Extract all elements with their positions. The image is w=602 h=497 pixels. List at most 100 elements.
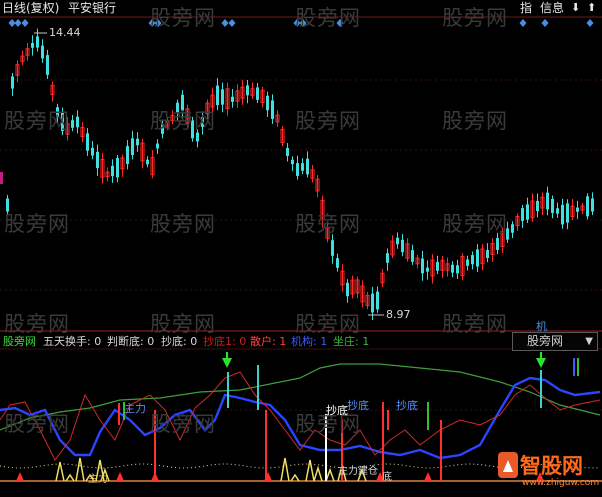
watermark: 股旁网 (150, 212, 216, 236)
signal-diamond-icon (14, 19, 22, 27)
candle-body (476, 249, 479, 267)
annotation-zhuli: 主力 (124, 402, 146, 415)
candle-body (436, 261, 439, 271)
candle-body (86, 133, 89, 151)
stock-name: 平安银行 (68, 1, 117, 15)
signal-diamond-icon (541, 19, 549, 27)
candlesticks (6, 28, 594, 321)
candle-body (546, 192, 549, 210)
annotation-chaodi: 抄底 (326, 404, 348, 417)
candle-body (36, 36, 39, 48)
candle-body (336, 258, 339, 268)
candle-body (76, 116, 79, 128)
candle-body (421, 258, 424, 274)
legend-item: 判断底: 0 (107, 335, 155, 348)
logo-text: 智股网 (520, 454, 583, 478)
candle-body (246, 85, 249, 96)
candle-body (401, 239, 404, 253)
spike (65, 473, 75, 482)
signal-diamond-icon (221, 19, 229, 27)
candle-body (521, 208, 524, 221)
watermark: 股旁网 (4, 109, 70, 133)
candle-body (291, 159, 294, 165)
candle-body (31, 42, 34, 48)
candle-body (331, 240, 334, 256)
indicator-selector[interactable]: 股旁网 ▼ (512, 332, 598, 351)
candle-body (396, 237, 399, 245)
candle-body (131, 138, 134, 156)
candle-body (591, 198, 594, 212)
legend-item: 机构: 1 (291, 335, 328, 348)
candle-body (561, 204, 564, 225)
signal-diamond-icon (8, 19, 16, 27)
down-arrow-icon[interactable]: ⬇ (571, 0, 580, 16)
watermark: 股旁网 (150, 6, 216, 30)
candle-body (586, 196, 589, 217)
spike (280, 457, 290, 482)
candle-body (576, 207, 579, 212)
candle-body (411, 250, 414, 262)
candle-body (536, 200, 539, 212)
candle-body (466, 259, 469, 266)
watermark: 股旁网 (442, 109, 508, 133)
annotation-jiancang: 主力建仓 (338, 466, 378, 477)
candle-body (231, 96, 234, 102)
candle-body (371, 293, 374, 313)
candle-body (41, 45, 44, 59)
candle-body (71, 120, 74, 128)
signal-diamond-icon (21, 19, 29, 27)
candle-body (566, 203, 569, 223)
candle-body (256, 87, 259, 100)
legend-item: 坐庄: 1 (333, 335, 370, 348)
legend-item: 散户: 1 (250, 335, 287, 348)
legend-item: 抄底1: 0 (203, 335, 247, 348)
candle-body (91, 147, 94, 156)
legend-item: 五天换手: 0 (43, 335, 102, 348)
logo-url: www.zhiguw.com (522, 478, 600, 488)
info-button[interactable]: 信息 (540, 0, 564, 16)
high-price-label: 14.44 (49, 26, 81, 39)
candle-body (511, 224, 514, 233)
candle-body (271, 100, 274, 119)
watermark: 股旁网 (4, 412, 70, 436)
legend-item: 股旁网 (3, 335, 36, 348)
candle-body (11, 76, 14, 89)
candle-body (126, 146, 129, 164)
candle-body (426, 267, 429, 272)
low-price-label: 8.97 (386, 308, 411, 321)
candle-body (96, 151, 99, 169)
watermark: 股旁网 (150, 412, 216, 436)
watermark: 股旁网 (442, 212, 508, 236)
watermark: 股旁网 (295, 6, 361, 30)
arrow-up-icon (16, 472, 24, 481)
candle-body (146, 159, 149, 165)
arrow-up-icon (151, 472, 159, 481)
triangle-down-icon: ▼ (585, 336, 593, 347)
legend-item: 抄底: 0 (161, 335, 198, 348)
candle-body (111, 165, 114, 177)
watermark: 股旁网 (4, 212, 70, 236)
candle-body (301, 163, 304, 171)
index-button[interactable]: 指 (520, 0, 532, 16)
watermark: 股旁网 (442, 6, 508, 30)
signal-diamond-icon (228, 19, 236, 27)
watermark: 股旁网 (150, 109, 216, 133)
period-label[interactable]: 日线(复权) (2, 0, 59, 16)
annotation-chaodi: 抄底 (347, 399, 369, 412)
candle-body (376, 291, 379, 310)
candle-body (296, 163, 299, 176)
up-arrow-icon[interactable]: ⬆ (587, 0, 596, 16)
candle-body (216, 85, 219, 106)
candle-body (46, 55, 49, 75)
candle-body (221, 89, 224, 105)
spike (290, 473, 300, 482)
candle-body (116, 158, 119, 178)
spike (325, 467, 335, 482)
watermark: 股旁网 (295, 212, 361, 236)
candle-body (526, 204, 529, 220)
candle-body (306, 158, 309, 175)
signal-diamond-icon (586, 19, 594, 27)
candle-body (451, 264, 454, 273)
candle-body (136, 138, 139, 146)
candle-body (386, 253, 389, 263)
